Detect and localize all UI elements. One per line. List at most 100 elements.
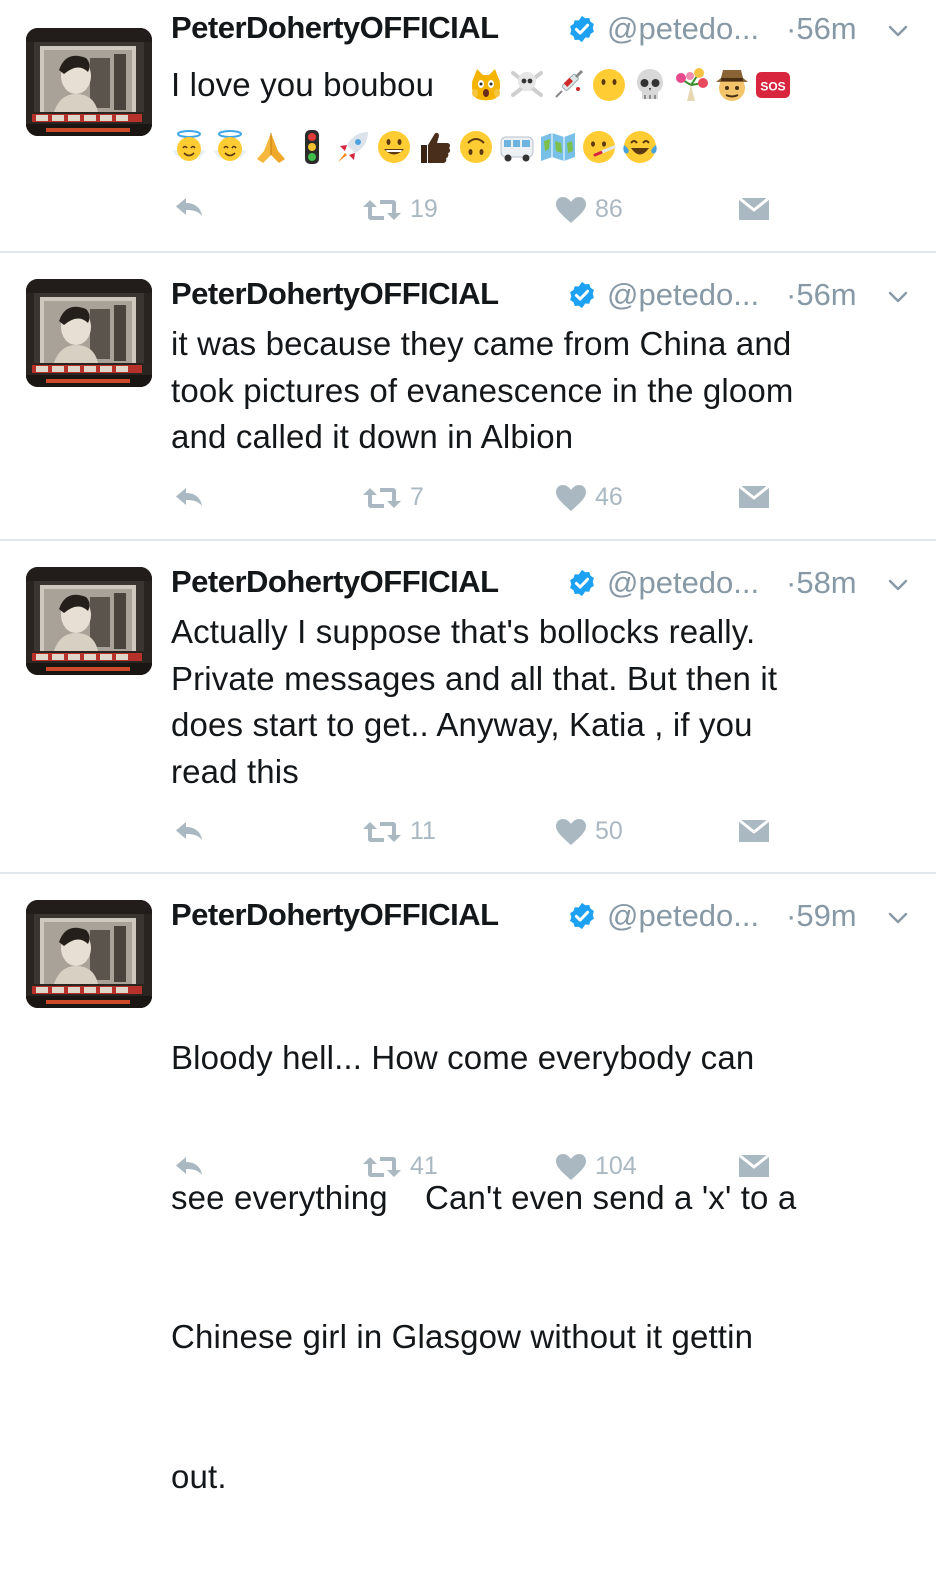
like-button[interactable]: 46 bbox=[555, 483, 623, 512]
retweet-button[interactable]: 11 bbox=[362, 817, 436, 846]
verified-icon bbox=[567, 14, 597, 44]
halo-angel-emoji bbox=[172, 130, 206, 161]
retweet-icon bbox=[362, 198, 402, 222]
like-count: 46 bbox=[595, 483, 623, 511]
retweet-count: 11 bbox=[410, 817, 436, 845]
tweet-text-line: Chinese girl in Glasgow without it getti… bbox=[171, 1318, 754, 1355]
face-with-thermometer-emoji bbox=[583, 131, 616, 163]
like-count: 104 bbox=[595, 1152, 637, 1180]
envelope-icon bbox=[738, 1154, 770, 1178]
timestamp[interactable]: ·56m bbox=[786, 277, 857, 313]
map-emoji bbox=[541, 133, 575, 161]
avatar[interactable] bbox=[26, 567, 152, 675]
display-name[interactable]: PeterDohertyOFFICIAL bbox=[171, 276, 499, 312]
emoji-row: SOS bbox=[468, 62, 796, 108]
tweet[interactable]: PeterDohertyOFFICIAL @petedo... ·56m it … bbox=[0, 253, 936, 539]
timestamp[interactable]: ·59m bbox=[786, 898, 857, 934]
avatar-image bbox=[26, 567, 152, 675]
like-count: 50 bbox=[595, 817, 623, 845]
avatar[interactable] bbox=[26, 900, 152, 1008]
reply-icon bbox=[173, 1154, 205, 1178]
display-name[interactable]: PeterDohertyOFFICIAL bbox=[171, 10, 499, 46]
timestamp[interactable]: ·58m bbox=[786, 565, 857, 601]
minibus-emoji bbox=[500, 136, 534, 162]
retweet-icon bbox=[362, 820, 402, 844]
skull-crossbones-emoji bbox=[511, 71, 543, 97]
envelope-icon bbox=[738, 485, 770, 509]
display-name[interactable]: PeterDohertyOFFICIAL bbox=[171, 897, 499, 933]
scream-cat-emoji bbox=[471, 69, 501, 101]
reply-icon bbox=[173, 195, 205, 219]
retweet-count: 7 bbox=[410, 483, 424, 511]
tweet-text: Bloody hell... How come everybody can se… bbox=[171, 942, 921, 1593]
heart-icon bbox=[555, 484, 587, 512]
retweet-count: 19 bbox=[410, 195, 438, 223]
skull-emoji bbox=[637, 69, 663, 99]
tweet-text-line: does start to get.. Anyway, Katia , if y… bbox=[171, 706, 753, 743]
chevron-down-icon[interactable] bbox=[886, 285, 910, 309]
reply-button[interactable] bbox=[173, 485, 205, 509]
tweet-text: Actually I suppose that's bollocks reall… bbox=[171, 609, 921, 795]
tweet-text-line: see everything Can't even send a 'x' to … bbox=[171, 1178, 797, 1216]
retweet-icon bbox=[362, 1155, 402, 1179]
sos-emoji: SOS bbox=[756, 72, 790, 98]
like-count: 86 bbox=[595, 195, 623, 223]
username[interactable]: @petedo... bbox=[607, 565, 759, 601]
display-name[interactable]: PeterDohertyOFFICIAL bbox=[171, 564, 499, 600]
retweet-button[interactable]: 19 bbox=[362, 195, 438, 224]
reply-button[interactable] bbox=[173, 819, 205, 843]
retweet-count: 41 bbox=[410, 1152, 438, 1180]
retweet-button[interactable]: 7 bbox=[362, 483, 424, 512]
chevron-down-icon[interactable] bbox=[886, 906, 910, 930]
tweet[interactable]: PeterDohertyOFFICIAL @petedo... ·59m Blo… bbox=[0, 874, 936, 1495]
tweet[interactable]: PeterDohertyOFFICIAL @petedo... ·56m I l… bbox=[0, 0, 936, 251]
direct-message-button[interactable] bbox=[738, 485, 770, 509]
verified-icon bbox=[567, 901, 597, 931]
verified-icon bbox=[567, 280, 597, 310]
envelope-icon bbox=[738, 197, 770, 221]
emoji-row bbox=[171, 124, 663, 170]
avatar[interactable] bbox=[26, 279, 152, 387]
tweet-text-line: it was because they came from China and bbox=[171, 325, 792, 362]
direct-message-button[interactable] bbox=[738, 197, 770, 221]
folded-hands-emoji bbox=[257, 133, 285, 163]
username[interactable]: @petedo... bbox=[607, 11, 759, 47]
heart-icon bbox=[555, 1153, 587, 1181]
heart-icon bbox=[555, 196, 587, 224]
like-button[interactable]: 104 bbox=[555, 1152, 637, 1181]
tweet-text-line: out. bbox=[171, 1457, 227, 1495]
username[interactable]: @petedo... bbox=[607, 277, 759, 313]
timestamp[interactable]: ·56m bbox=[786, 11, 857, 47]
direct-message-button[interactable] bbox=[738, 819, 770, 843]
chevron-down-icon[interactable] bbox=[886, 573, 910, 597]
thumbs-up-emoji bbox=[421, 132, 451, 163]
like-button[interactable]: 86 bbox=[555, 195, 623, 224]
avatar[interactable] bbox=[26, 28, 152, 136]
detective-emoji bbox=[716, 70, 748, 101]
bouquet-emoji bbox=[676, 68, 708, 101]
retweet-icon bbox=[362, 486, 402, 510]
verified-icon bbox=[567, 568, 597, 598]
tweet-text-line: took pictures of evanescence in the gloo… bbox=[171, 371, 794, 409]
reply-icon bbox=[173, 819, 205, 843]
tweet[interactable]: PeterDohertyOFFICIAL @petedo... ·58m Act… bbox=[0, 541, 936, 872]
tweet-text-line: Private messages and all that. But then … bbox=[171, 659, 778, 697]
direct-message-button[interactable] bbox=[738, 1154, 770, 1178]
tweet-text-line: Actually I suppose that's bollocks reall… bbox=[171, 613, 756, 650]
reply-button[interactable] bbox=[173, 195, 205, 219]
username[interactable]: @petedo... bbox=[607, 898, 759, 934]
avatar-image bbox=[26, 900, 152, 1008]
like-button[interactable]: 50 bbox=[555, 817, 623, 846]
retweet-button[interactable]: 41 bbox=[362, 1152, 438, 1181]
no-mouth-face-emoji bbox=[593, 69, 625, 101]
tweet-text-line: and called it down in Albion bbox=[171, 418, 574, 455]
svg-text:SOS: SOS bbox=[760, 80, 785, 94]
chevron-down-icon[interactable] bbox=[886, 19, 910, 43]
heart-icon bbox=[555, 818, 587, 846]
traffic-light-emoji bbox=[305, 130, 319, 164]
rocket-emoji bbox=[338, 132, 368, 162]
syringe-emoji bbox=[555, 69, 584, 98]
reply-button[interactable] bbox=[173, 1154, 205, 1178]
tears-of-joy-emoji bbox=[623, 131, 657, 163]
reply-icon bbox=[173, 485, 205, 509]
